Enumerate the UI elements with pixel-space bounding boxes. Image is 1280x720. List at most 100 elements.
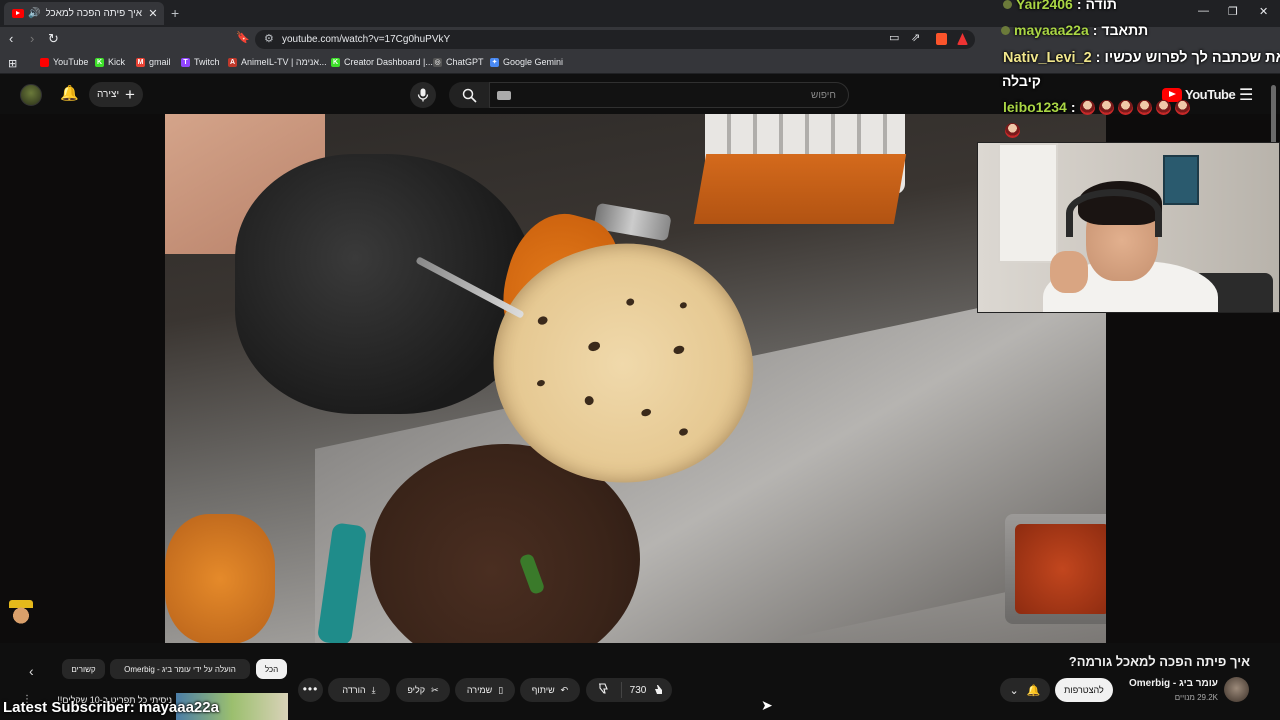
clip-button[interactable]: קליפ ✂ bbox=[396, 678, 450, 702]
search-button[interactable] bbox=[449, 82, 489, 108]
reload-icon[interactable]: ↻ bbox=[48, 31, 59, 47]
animeil-bookmark-icon: A bbox=[228, 57, 237, 67]
share-icon: ↶ bbox=[560, 684, 569, 695]
clip-label: קליפ bbox=[407, 685, 426, 695]
new-tab-button[interactable]: + bbox=[171, 5, 179, 21]
chat-message: Yair2406 : תודה bbox=[1003, 0, 1117, 12]
more-actions-button[interactable]: ••• bbox=[298, 678, 323, 702]
save-label: שמירה bbox=[466, 685, 493, 695]
subscriber-count: 29.2K מנויים bbox=[1174, 693, 1218, 702]
hamburger-menu-icon[interactable]: ☰ bbox=[1239, 85, 1253, 105]
account-avatar[interactable] bbox=[20, 84, 42, 106]
page-scrollbar[interactable] bbox=[1271, 85, 1276, 145]
cast-icon[interactable]: ▭ bbox=[889, 31, 899, 44]
chat-message: Nativ_Levi_2 : זאת שכתבה לך לפרוש עכשיו bbox=[1003, 50, 1280, 66]
video-cutlet bbox=[165, 514, 275, 643]
channel-avatar[interactable] bbox=[1224, 677, 1249, 702]
bookmark-creator-dashboard[interactable]: K Creator Dashboard |... bbox=[331, 57, 433, 67]
youtube-logo-text: YouTube bbox=[1185, 87, 1236, 102]
back-icon[interactable]: ‹ bbox=[9, 31, 13, 46]
share-button[interactable]: שיתוף ↶ bbox=[520, 678, 580, 702]
speaker-icon[interactable]: 🔊 bbox=[28, 8, 40, 19]
bookmark-youtube[interactable]: YouTube bbox=[40, 57, 88, 67]
scissors-icon: ✂ bbox=[431, 684, 439, 695]
apps-icon[interactable]: ⊞ bbox=[8, 57, 17, 70]
bookmark-twitch[interactable]: T Twitch bbox=[181, 57, 220, 67]
chat-message: קיבלה bbox=[1002, 73, 1041, 89]
create-button[interactable]: יצירה + bbox=[89, 82, 143, 107]
search-input[interactable]: חיפוש bbox=[489, 82, 849, 108]
video-frame[interactable] bbox=[165, 114, 1106, 643]
subscription-bell-button[interactable]: ⌄ 🔔 bbox=[1000, 678, 1050, 702]
emote-icon bbox=[1079, 99, 1095, 115]
bookmark-page-icon[interactable]: 🔖 bbox=[236, 31, 250, 44]
chip-all[interactable]: הכל bbox=[256, 659, 287, 679]
address-bar[interactable]: ⚙ youtube.com/watch?v=17Cg0huPVkY bbox=[255, 30, 975, 49]
mouse-cursor-icon: ➤ bbox=[761, 697, 773, 713]
bookmark-icon: ▯ bbox=[498, 684, 504, 695]
bookmark-gemini[interactable]: ✦ Google Gemini bbox=[490, 57, 563, 67]
forward-icon[interactable]: › bbox=[30, 31, 34, 46]
plus-icon: + bbox=[125, 84, 135, 104]
crown-icon bbox=[9, 600, 33, 626]
emote-icon bbox=[1155, 99, 1171, 115]
emote-icon bbox=[1098, 99, 1114, 115]
keyboard-icon[interactable] bbox=[497, 91, 511, 100]
emote-icon bbox=[1136, 99, 1152, 115]
twitch-bookmark-icon: T bbox=[181, 57, 190, 67]
youtube-bookmark-icon bbox=[40, 57, 49, 67]
site-info-icon[interactable]: ⚙ bbox=[264, 32, 274, 45]
share-page-icon[interactable]: ⇗ bbox=[911, 31, 920, 44]
kick-bookmark-icon: K bbox=[95, 57, 104, 67]
youtube-favicon-icon bbox=[12, 9, 24, 18]
notifications-bell-icon[interactable]: 🔔 bbox=[60, 84, 79, 102]
like-button[interactable]: 730 bbox=[622, 684, 672, 696]
close-window-button[interactable]: ✕ bbox=[1259, 5, 1268, 18]
video-sauce-tray bbox=[1005, 514, 1106, 624]
gemini-bookmark-icon: ✦ bbox=[490, 57, 499, 67]
streamer-webcam bbox=[977, 142, 1280, 313]
brave-shield-icon[interactable] bbox=[936, 33, 947, 45]
bookmark-gmail[interactable]: Mgmail bbox=[136, 57, 171, 67]
chatgpt-bookmark-icon: ◎ bbox=[433, 57, 442, 67]
video-title: איך פיתה הפכה למאכל גורמה? bbox=[1068, 654, 1250, 669]
chevron-down-icon: ⌄ bbox=[1009, 684, 1019, 697]
search-placeholder: חיפוש bbox=[811, 90, 836, 101]
screen: 🔊 איך פיתה הפכה למאכל גורמה? ✕ + — ❐ ✕ ‹… bbox=[0, 0, 1280, 720]
microphone-icon bbox=[417, 88, 429, 102]
chip-related[interactable]: קשורים bbox=[62, 659, 105, 679]
latest-subscriber-overlay: Latest Subscriber: mayaaa22a bbox=[3, 699, 219, 716]
chat-badge-icon bbox=[1003, 0, 1012, 9]
minimize-button[interactable]: — bbox=[1198, 5, 1209, 17]
bookmark-chatgpt[interactable]: ◎ ChatGPT bbox=[433, 57, 484, 67]
download-button[interactable]: הורדה ⤓ bbox=[328, 678, 390, 702]
download-label: הורדה bbox=[342, 685, 366, 695]
dislike-button[interactable] bbox=[586, 682, 622, 698]
chevron-left-icon[interactable]: ‹ bbox=[29, 663, 34, 679]
save-button[interactable]: שמירה ▯ bbox=[455, 678, 515, 702]
gmail-bookmark-icon: M bbox=[136, 57, 145, 67]
tab-title: איך פיתה הפכה למאכל גורמה? bbox=[46, 8, 142, 19]
emote-icon bbox=[1174, 99, 1190, 115]
chat-badge-icon bbox=[1001, 25, 1010, 35]
voice-search-button[interactable] bbox=[410, 82, 436, 108]
like-dislike-group: 730 bbox=[586, 678, 672, 702]
bookmark-kick[interactable]: K Kick bbox=[95, 57, 125, 67]
tab-close-icon[interactable]: ✕ bbox=[146, 7, 160, 20]
like-count: 730 bbox=[629, 684, 647, 696]
search-icon bbox=[462, 88, 477, 103]
kick-bookmark-icon: K bbox=[331, 57, 340, 67]
thumbs-up-icon bbox=[655, 685, 664, 694]
channel-name[interactable]: עומר ביג - Omerbig bbox=[1129, 678, 1218, 689]
browser-tab[interactable]: 🔊 איך פיתה הפכה למאכל גורמה? ✕ bbox=[4, 2, 164, 25]
maximize-button[interactable]: ❐ bbox=[1228, 5, 1238, 18]
video-orange-box bbox=[693, 154, 907, 224]
emote-icon bbox=[1117, 99, 1133, 115]
chip-uploaded-by[interactable]: הועלה על ידי עומר ביג - Omerbig bbox=[110, 659, 250, 679]
emote-icon bbox=[1005, 123, 1020, 138]
bookmark-animeil[interactable]: A AnimeIL-TV | אנימה... bbox=[228, 57, 327, 67]
join-button[interactable]: להצטרפות bbox=[1055, 678, 1113, 702]
chat-message: mayaaa22a : תתאבד bbox=[1001, 22, 1148, 38]
chat-message: leibo1234 : bbox=[1003, 99, 1190, 115]
download-icon: ⤓ bbox=[371, 684, 376, 695]
